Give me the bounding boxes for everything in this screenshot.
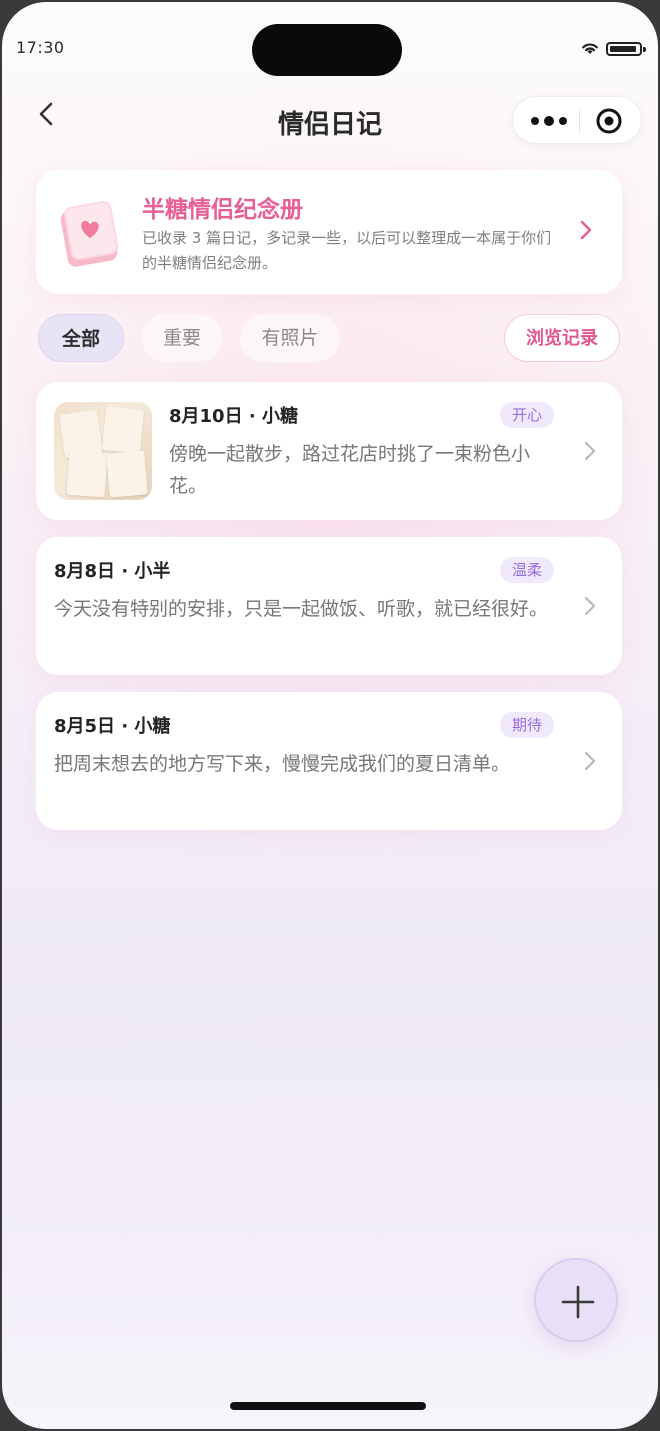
- diary-entry-card[interactable]: 8月5日 · 小糖 期待 把周末想去的地方写下来，慢慢完成我们的夏日清单。: [36, 692, 622, 830]
- browse-history-button[interactable]: 浏览记录: [504, 314, 620, 362]
- chevron-right-icon: [584, 441, 596, 461]
- plus-icon: [561, 1285, 595, 1319]
- chevron-right-icon: [580, 220, 592, 240]
- entry-text: 傍晚一起散步，路过花店时挑了一束粉色小花。: [169, 443, 531, 497]
- diary-entry-card[interactable]: 8月8日 · 小半 温柔 今天没有特别的安排，只是一起做饭、听歌，就已经很好。: [36, 537, 622, 675]
- chevron-right-icon: [584, 751, 596, 771]
- entry-photo-thumbnail: [54, 402, 152, 500]
- entry-text: 今天没有特别的安排，只是一起做饭、听歌，就已经很好。: [54, 598, 549, 620]
- album-title: 半糖情侣纪念册: [142, 197, 303, 223]
- status-bar: 17:30: [2, 2, 658, 82]
- entry-date-author: 8月8日 · 小半: [54, 561, 171, 582]
- miniapp-capsule: [512, 96, 642, 144]
- entry-date-author: 8月10日 · 小糖: [169, 406, 298, 427]
- filter-photo-chip[interactable]: 有照片: [240, 314, 340, 362]
- home-indicator: [230, 1402, 426, 1410]
- book-icon: [60, 201, 119, 267]
- target-icon[interactable]: [595, 107, 623, 135]
- album-description: 已收录 3 篇日记，多记录一些，以后可以整理成一本属于你们的半糖情侣纪念册。: [142, 229, 552, 272]
- wifi-icon: [582, 43, 598, 54]
- mood-tag: 开心: [500, 402, 555, 428]
- mood-tag: 温柔: [500, 557, 555, 583]
- more-icon[interactable]: [529, 109, 569, 133]
- entry-date-author: 8月5日 · 小糖: [54, 716, 171, 737]
- nav-bar: 情侣日记: [2, 90, 658, 150]
- dynamic-island: [252, 24, 402, 76]
- app-screen: 17:30 情侣日记 半糖情侣纪念册 已收录 3 篇日记，多记录一些，以后可以整…: [2, 2, 658, 1429]
- battery-icon: [606, 42, 646, 56]
- filter-all-chip[interactable]: 全部: [38, 314, 124, 362]
- status-time: 17:30: [16, 38, 65, 57]
- filter-row: 全部 重要 有照片 浏览记录: [2, 314, 658, 364]
- diary-entry-card[interactable]: 8月10日 · 小糖 开心 傍晚一起散步，路过花店时挑了一束粉色小花。: [36, 382, 622, 520]
- entry-text: 把周末想去的地方写下来，慢慢完成我们的夏日清单。: [54, 753, 511, 775]
- add-entry-button[interactable]: [534, 1258, 618, 1342]
- chevron-right-icon: [584, 596, 596, 616]
- capsule-divider: [579, 110, 580, 132]
- mood-tag: 期待: [500, 712, 555, 738]
- filter-important-chip[interactable]: 重要: [142, 314, 222, 362]
- album-card[interactable]: 半糖情侣纪念册 已收录 3 篇日记，多记录一些，以后可以整理成一本属于你们的半糖…: [36, 170, 622, 294]
